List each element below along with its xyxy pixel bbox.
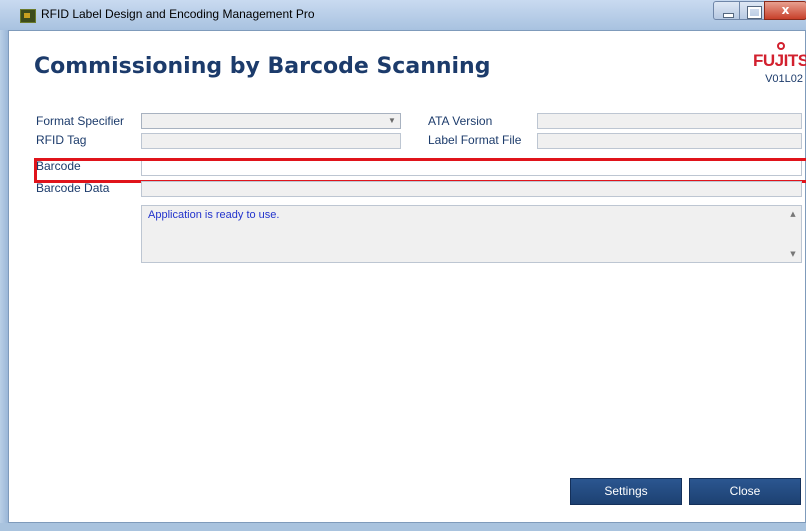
window-border-bottom [0,523,806,531]
ata-version-label: ATA Version [428,114,493,128]
settings-button[interactable]: Settings [570,478,682,505]
chevron-down-icon[interactable]: ▼ [386,115,398,127]
scroll-down-icon[interactable]: ▼ [788,249,798,259]
fujitsu-logo: FUJITSU [753,42,806,71]
version-label: V01L02 [765,73,803,85]
status-message: Application is ready to use. [148,209,280,221]
client-area: Commissioning by Barcode Scanning FUJITS… [8,30,806,523]
label-format-file-label: Label Format File [428,133,522,147]
scroll-up-icon[interactable]: ▲ [788,209,798,219]
window-title: RFID Label Design and Encoding Managemen… [41,7,315,21]
format-specifier-label: Format Specifier [36,114,125,128]
rfid-tag-field[interactable] [141,133,401,149]
minimize-icon [714,2,739,19]
close-button[interactable]: Close [689,478,801,505]
app-window: RFID Label Design and Encoding Managemen… [0,0,806,531]
label-format-file-field[interactable] [537,133,802,149]
minimize-button[interactable] [713,1,740,20]
close-icon: x [781,3,790,17]
page-title: Commissioning by Barcode Scanning [34,54,491,79]
barcode-data-label: Barcode Data [36,181,110,195]
maximize-icon [740,2,764,19]
format-specifier-combo[interactable]: ▼ [141,113,401,129]
ata-version-field[interactable] [537,113,802,129]
app-icon [20,9,36,23]
status-message-box[interactable]: Application is ready to use. ▲ ▼ [141,205,802,263]
window-border-left [0,30,8,531]
rfid-tag-label: RFID Tag [36,133,87,147]
barcode-data-field[interactable] [141,181,802,197]
title-bar[interactable]: RFID Label Design and Encoding Managemen… [0,0,806,30]
window-close-button[interactable]: x [764,1,806,20]
maximize-button[interactable] [739,1,765,20]
logo-infinity-icon [777,42,785,50]
barcode-highlight-frame [34,158,806,183]
